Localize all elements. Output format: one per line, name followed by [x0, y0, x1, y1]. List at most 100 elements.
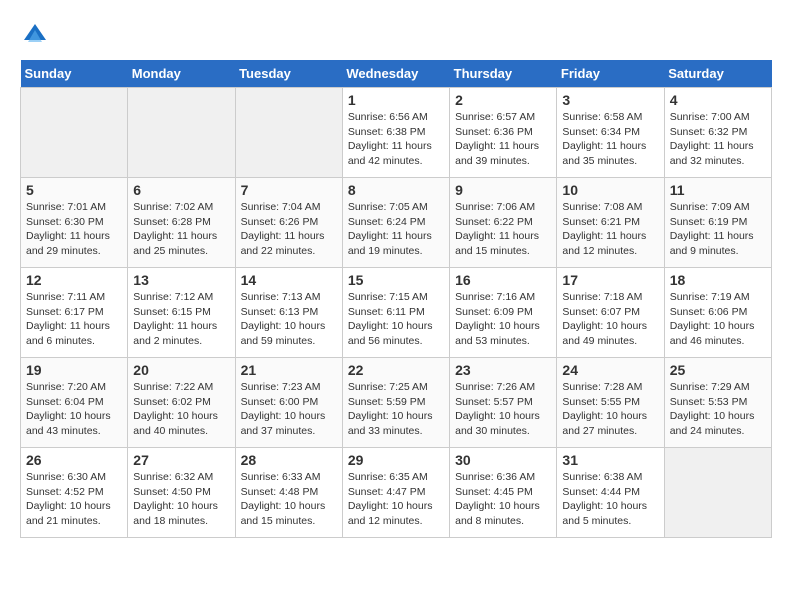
day-number: 21 [241, 362, 337, 378]
day-number: 16 [455, 272, 551, 288]
day-info: Sunrise: 7:23 AM Sunset: 6:00 PM Dayligh… [241, 380, 337, 439]
calendar-cell: 15 Sunrise: 7:15 AM Sunset: 6:11 PM Dayli… [342, 268, 449, 358]
weekday-header-tuesday: Tuesday [235, 60, 342, 88]
day-number: 18 [670, 272, 766, 288]
day-info: Sunrise: 7:08 AM Sunset: 6:21 PM Dayligh… [562, 200, 658, 259]
day-number: 27 [133, 452, 229, 468]
day-number: 25 [670, 362, 766, 378]
day-info: Sunrise: 7:29 AM Sunset: 5:53 PM Dayligh… [670, 380, 766, 439]
day-info: Sunrise: 7:05 AM Sunset: 6:24 PM Dayligh… [348, 200, 444, 259]
calendar-cell: 30 Sunrise: 6:36 AM Sunset: 4:45 PM Dayli… [450, 448, 557, 538]
calendar-cell: 10Sunrise: 7:08 AM Sunset: 6:21 PM Dayli… [557, 178, 664, 268]
week-row-2: 5 Sunrise: 7:01 AM Sunset: 6:30 PM Daylig… [21, 178, 772, 268]
day-info: Sunrise: 6:30 AM Sunset: 4:52 PM Dayligh… [26, 470, 122, 529]
day-info: Sunrise: 7:25 AM Sunset: 5:59 PM Dayligh… [348, 380, 444, 439]
day-info: Sunrise: 7:16 AM Sunset: 6:09 PM Dayligh… [455, 290, 551, 349]
weekday-header-sunday: Sunday [21, 60, 128, 88]
day-number: 29 [348, 452, 444, 468]
logo-icon [20, 20, 50, 50]
calendar-cell [128, 88, 235, 178]
calendar-cell: 8 Sunrise: 7:05 AM Sunset: 6:24 PM Daylig… [342, 178, 449, 268]
calendar-cell: 13Sunrise: 7:12 AM Sunset: 6:15 PM Dayli… [128, 268, 235, 358]
calendar-cell: 20Sunrise: 7:22 AM Sunset: 6:02 PM Dayli… [128, 358, 235, 448]
day-info: Sunrise: 7:26 AM Sunset: 5:57 PM Dayligh… [455, 380, 551, 439]
day-number: 9 [455, 182, 551, 198]
calendar-cell: 12Sunrise: 7:11 AM Sunset: 6:17 PM Dayli… [21, 268, 128, 358]
calendar-cell: 25 Sunrise: 7:29 AM Sunset: 5:53 PM Dayli… [664, 358, 771, 448]
calendar-cell: 7 Sunrise: 7:04 AM Sunset: 6:26 PM Daylig… [235, 178, 342, 268]
weekday-header-thursday: Thursday [450, 60, 557, 88]
day-info: Sunrise: 6:56 AM Sunset: 6:38 PM Dayligh… [348, 110, 444, 169]
day-info: Sunrise: 6:38 AM Sunset: 4:44 PM Dayligh… [562, 470, 658, 529]
day-info: Sunrise: 7:15 AM Sunset: 6:11 PM Dayligh… [348, 290, 444, 349]
day-info: Sunrise: 6:35 AM Sunset: 4:47 PM Dayligh… [348, 470, 444, 529]
day-info: Sunrise: 6:57 AM Sunset: 6:36 PM Dayligh… [455, 110, 551, 169]
calendar-cell: 28Sunrise: 6:33 AM Sunset: 4:48 PM Dayli… [235, 448, 342, 538]
day-number: 2 [455, 92, 551, 108]
calendar-cell: 23Sunrise: 7:26 AM Sunset: 5:57 PM Dayli… [450, 358, 557, 448]
day-info: Sunrise: 7:12 AM Sunset: 6:15 PM Dayligh… [133, 290, 229, 349]
day-info: Sunrise: 7:01 AM Sunset: 6:30 PM Dayligh… [26, 200, 122, 259]
day-info: Sunrise: 6:33 AM Sunset: 4:48 PM Dayligh… [241, 470, 337, 529]
day-number: 4 [670, 92, 766, 108]
calendar-cell: 22 Sunrise: 7:25 AM Sunset: 5:59 PM Dayli… [342, 358, 449, 448]
calendar-cell: 21 Sunrise: 7:23 AM Sunset: 6:00 PM Dayli… [235, 358, 342, 448]
day-info: Sunrise: 7:11 AM Sunset: 6:17 PM Dayligh… [26, 290, 122, 349]
day-info: Sunrise: 7:28 AM Sunset: 5:55 PM Dayligh… [562, 380, 658, 439]
day-info: Sunrise: 7:18 AM Sunset: 6:07 PM Dayligh… [562, 290, 658, 349]
calendar-cell: 29 Sunrise: 6:35 AM Sunset: 4:47 PM Dayli… [342, 448, 449, 538]
calendar-cell: 31 Sunrise: 6:38 AM Sunset: 4:44 PM Dayli… [557, 448, 664, 538]
calendar-cell: 18 Sunrise: 7:19 AM Sunset: 6:06 PM Dayli… [664, 268, 771, 358]
day-number: 5 [26, 182, 122, 198]
day-info: Sunrise: 7:19 AM Sunset: 6:06 PM Dayligh… [670, 290, 766, 349]
day-info: Sunrise: 7:02 AM Sunset: 6:28 PM Dayligh… [133, 200, 229, 259]
calendar-table: SundayMondayTuesdayWednesdayThursdayFrid… [20, 60, 772, 538]
day-info: Sunrise: 7:06 AM Sunset: 6:22 PM Dayligh… [455, 200, 551, 259]
calendar-cell: 11 Sunrise: 7:09 AM Sunset: 6:19 PM Dayli… [664, 178, 771, 268]
day-info: Sunrise: 6:58 AM Sunset: 6:34 PM Dayligh… [562, 110, 658, 169]
day-info: Sunrise: 7:09 AM Sunset: 6:19 PM Dayligh… [670, 200, 766, 259]
week-row-3: 12Sunrise: 7:11 AM Sunset: 6:17 PM Dayli… [21, 268, 772, 358]
calendar-cell: 19 Sunrise: 7:20 AM Sunset: 6:04 PM Dayli… [21, 358, 128, 448]
day-info: Sunrise: 7:22 AM Sunset: 6:02 PM Dayligh… [133, 380, 229, 439]
week-row-1: 1Sunrise: 6:56 AM Sunset: 6:38 PM Daylig… [21, 88, 772, 178]
day-number: 24 [562, 362, 658, 378]
weekday-header-row: SundayMondayTuesdayWednesdayThursdayFrid… [21, 60, 772, 88]
week-row-5: 26 Sunrise: 6:30 AM Sunset: 4:52 PM Dayli… [21, 448, 772, 538]
weekday-header-monday: Monday [128, 60, 235, 88]
calendar-cell: 26 Sunrise: 6:30 AM Sunset: 4:52 PM Dayli… [21, 448, 128, 538]
calendar-cell: 6 Sunrise: 7:02 AM Sunset: 6:28 PM Daylig… [128, 178, 235, 268]
day-number: 8 [348, 182, 444, 198]
day-number: 30 [455, 452, 551, 468]
calendar-cell: 24 Sunrise: 7:28 AM Sunset: 5:55 PM Dayli… [557, 358, 664, 448]
weekday-header-wednesday: Wednesday [342, 60, 449, 88]
calendar-cell [21, 88, 128, 178]
logo [20, 20, 54, 50]
day-number: 19 [26, 362, 122, 378]
week-row-4: 19 Sunrise: 7:20 AM Sunset: 6:04 PM Dayli… [21, 358, 772, 448]
day-number: 6 [133, 182, 229, 198]
calendar-cell: 9 Sunrise: 7:06 AM Sunset: 6:22 PM Daylig… [450, 178, 557, 268]
calendar-cell: 14 Sunrise: 7:13 AM Sunset: 6:13 PM Dayli… [235, 268, 342, 358]
day-info: Sunrise: 7:13 AM Sunset: 6:13 PM Dayligh… [241, 290, 337, 349]
calendar-cell: 5 Sunrise: 7:01 AM Sunset: 6:30 PM Daylig… [21, 178, 128, 268]
day-info: Sunrise: 7:20 AM Sunset: 6:04 PM Dayligh… [26, 380, 122, 439]
calendar-cell [235, 88, 342, 178]
day-number: 17 [562, 272, 658, 288]
day-number: 14 [241, 272, 337, 288]
page-header [20, 20, 772, 50]
weekday-header-friday: Friday [557, 60, 664, 88]
calendar-cell: 16 Sunrise: 7:16 AM Sunset: 6:09 PM Dayli… [450, 268, 557, 358]
day-number: 22 [348, 362, 444, 378]
calendar-cell [664, 448, 771, 538]
day-number: 11 [670, 182, 766, 198]
day-number: 7 [241, 182, 337, 198]
day-info: Sunrise: 7:04 AM Sunset: 6:26 PM Dayligh… [241, 200, 337, 259]
day-number: 31 [562, 452, 658, 468]
day-info: Sunrise: 6:32 AM Sunset: 4:50 PM Dayligh… [133, 470, 229, 529]
day-info: Sunrise: 6:36 AM Sunset: 4:45 PM Dayligh… [455, 470, 551, 529]
calendar-cell: 2 Sunrise: 6:57 AM Sunset: 6:36 PM Daylig… [450, 88, 557, 178]
calendar-cell: 4Sunrise: 7:00 AM Sunset: 6:32 PM Daylig… [664, 88, 771, 178]
day-number: 26 [26, 452, 122, 468]
day-number: 15 [348, 272, 444, 288]
